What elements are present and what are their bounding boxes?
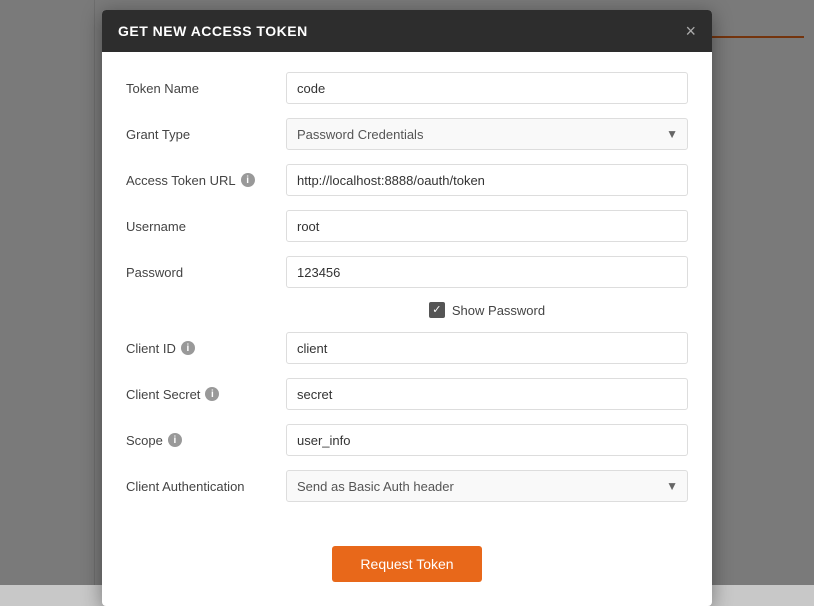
username-label: Username xyxy=(126,219,286,234)
show-password-checkbox[interactable]: ✓ xyxy=(429,302,445,318)
password-label: Password xyxy=(126,265,286,280)
modal-close-button[interactable]: × xyxy=(685,22,696,40)
scope-info-icon: i xyxy=(168,433,182,447)
password-input[interactable] xyxy=(286,256,688,288)
client-id-info-icon: i xyxy=(181,341,195,355)
modal-footer: Request Token xyxy=(102,536,712,606)
token-name-row: Token Name xyxy=(126,72,688,104)
modal-overlay: GET NEW ACCESS TOKEN × Token Name Grant … xyxy=(0,0,814,585)
modal-title: GET NEW ACCESS TOKEN xyxy=(118,23,308,39)
modal-body: Token Name Grant Type Password Credentia… xyxy=(102,52,712,536)
password-row: Password xyxy=(126,256,688,288)
client-secret-label: Client Secret i xyxy=(126,387,286,402)
access-token-url-label: Access Token URL i xyxy=(126,173,286,188)
access-token-url-input[interactable] xyxy=(286,164,688,196)
check-icon: ✓ xyxy=(432,305,441,316)
username-input[interactable] xyxy=(286,210,688,242)
client-auth-label: Client Authentication xyxy=(126,479,286,494)
client-auth-select[interactable]: Send as Basic Auth header Send as Body xyxy=(286,470,688,502)
modal-header: GET NEW ACCESS TOKEN × xyxy=(102,10,712,52)
client-auth-row: Client Authentication Send as Basic Auth… xyxy=(126,470,688,502)
show-password-row: ✓ Show Password xyxy=(126,302,688,318)
client-secret-row: Client Secret i xyxy=(126,378,688,410)
username-row: Username xyxy=(126,210,688,242)
scope-label: Scope i xyxy=(126,433,286,448)
token-name-label: Token Name xyxy=(126,81,286,96)
grant-type-label: Grant Type xyxy=(126,127,286,142)
client-id-label: Client ID i xyxy=(126,341,286,356)
client-secret-input[interactable] xyxy=(286,378,688,410)
client-id-row: Client ID i xyxy=(126,332,688,364)
client-id-input[interactable] xyxy=(286,332,688,364)
grant-type-select-wrapper: Password Credentials Authorization Code … xyxy=(286,118,688,150)
show-password-wrapper: ✓ Show Password xyxy=(429,302,545,318)
client-auth-select-wrapper: Send as Basic Auth header Send as Body ▼ xyxy=(286,470,688,502)
client-secret-info-icon: i xyxy=(205,387,219,401)
grant-type-row: Grant Type Password Credentials Authoriz… xyxy=(126,118,688,150)
access-token-url-info-icon: i xyxy=(241,173,255,187)
modal-dialog: GET NEW ACCESS TOKEN × Token Name Grant … xyxy=(102,10,712,606)
grant-type-select[interactable]: Password Credentials Authorization Code … xyxy=(286,118,688,150)
scope-row: Scope i xyxy=(126,424,688,456)
access-token-url-row: Access Token URL i xyxy=(126,164,688,196)
token-name-input[interactable] xyxy=(286,72,688,104)
scope-input[interactable] xyxy=(286,424,688,456)
show-password-label: Show Password xyxy=(452,303,545,318)
request-token-button[interactable]: Request Token xyxy=(332,546,481,582)
